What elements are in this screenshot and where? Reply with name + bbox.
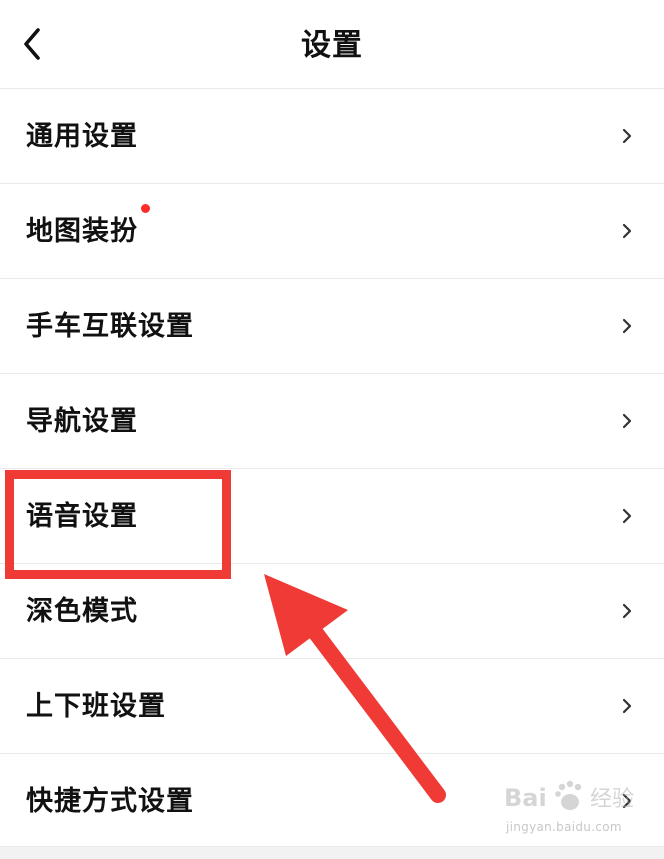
chevron-right-icon xyxy=(622,508,632,524)
settings-item-commute[interactable]: 上下班设置 xyxy=(0,658,664,753)
settings-item-label: 上下班设置 xyxy=(26,691,166,722)
chevron-right-icon xyxy=(622,603,632,619)
bottom-divider xyxy=(0,846,664,859)
chevron-right-icon xyxy=(622,318,632,334)
settings-list: 通用设置 地图装扮 手车互联设置 导航设置 语音设置 深色模式 上下班设置 快捷… xyxy=(0,88,664,848)
settings-item-navigation[interactable]: 导航设置 xyxy=(0,373,664,468)
top-bar: 设置 xyxy=(0,0,664,88)
settings-item-label: 地图装扮 xyxy=(26,216,138,247)
notification-dot xyxy=(141,204,150,213)
settings-item-label: 快捷方式设置 xyxy=(26,786,194,817)
settings-item-dark-mode[interactable]: 深色模式 xyxy=(0,563,664,658)
settings-item-label: 语音设置 xyxy=(26,501,138,532)
settings-item-car-link[interactable]: 手车互联设置 xyxy=(0,278,664,373)
settings-item-general[interactable]: 通用设置 xyxy=(0,88,664,183)
chevron-right-icon xyxy=(622,698,632,714)
settings-item-label: 通用设置 xyxy=(26,121,138,152)
settings-item-shortcuts[interactable]: 快捷方式设置 xyxy=(0,753,664,848)
settings-item-label: 导航设置 xyxy=(26,406,138,437)
settings-item-label: 深色模式 xyxy=(26,596,138,627)
settings-item-map-skin[interactable]: 地图装扮 xyxy=(0,183,664,278)
chevron-right-icon xyxy=(622,223,632,239)
settings-item-label: 手车互联设置 xyxy=(26,311,194,342)
settings-item-voice[interactable]: 语音设置 xyxy=(0,468,664,563)
page-title: 设置 xyxy=(301,28,363,63)
chevron-right-icon xyxy=(622,128,632,144)
chevron-right-icon xyxy=(622,413,632,429)
chevron-right-icon xyxy=(622,793,632,809)
